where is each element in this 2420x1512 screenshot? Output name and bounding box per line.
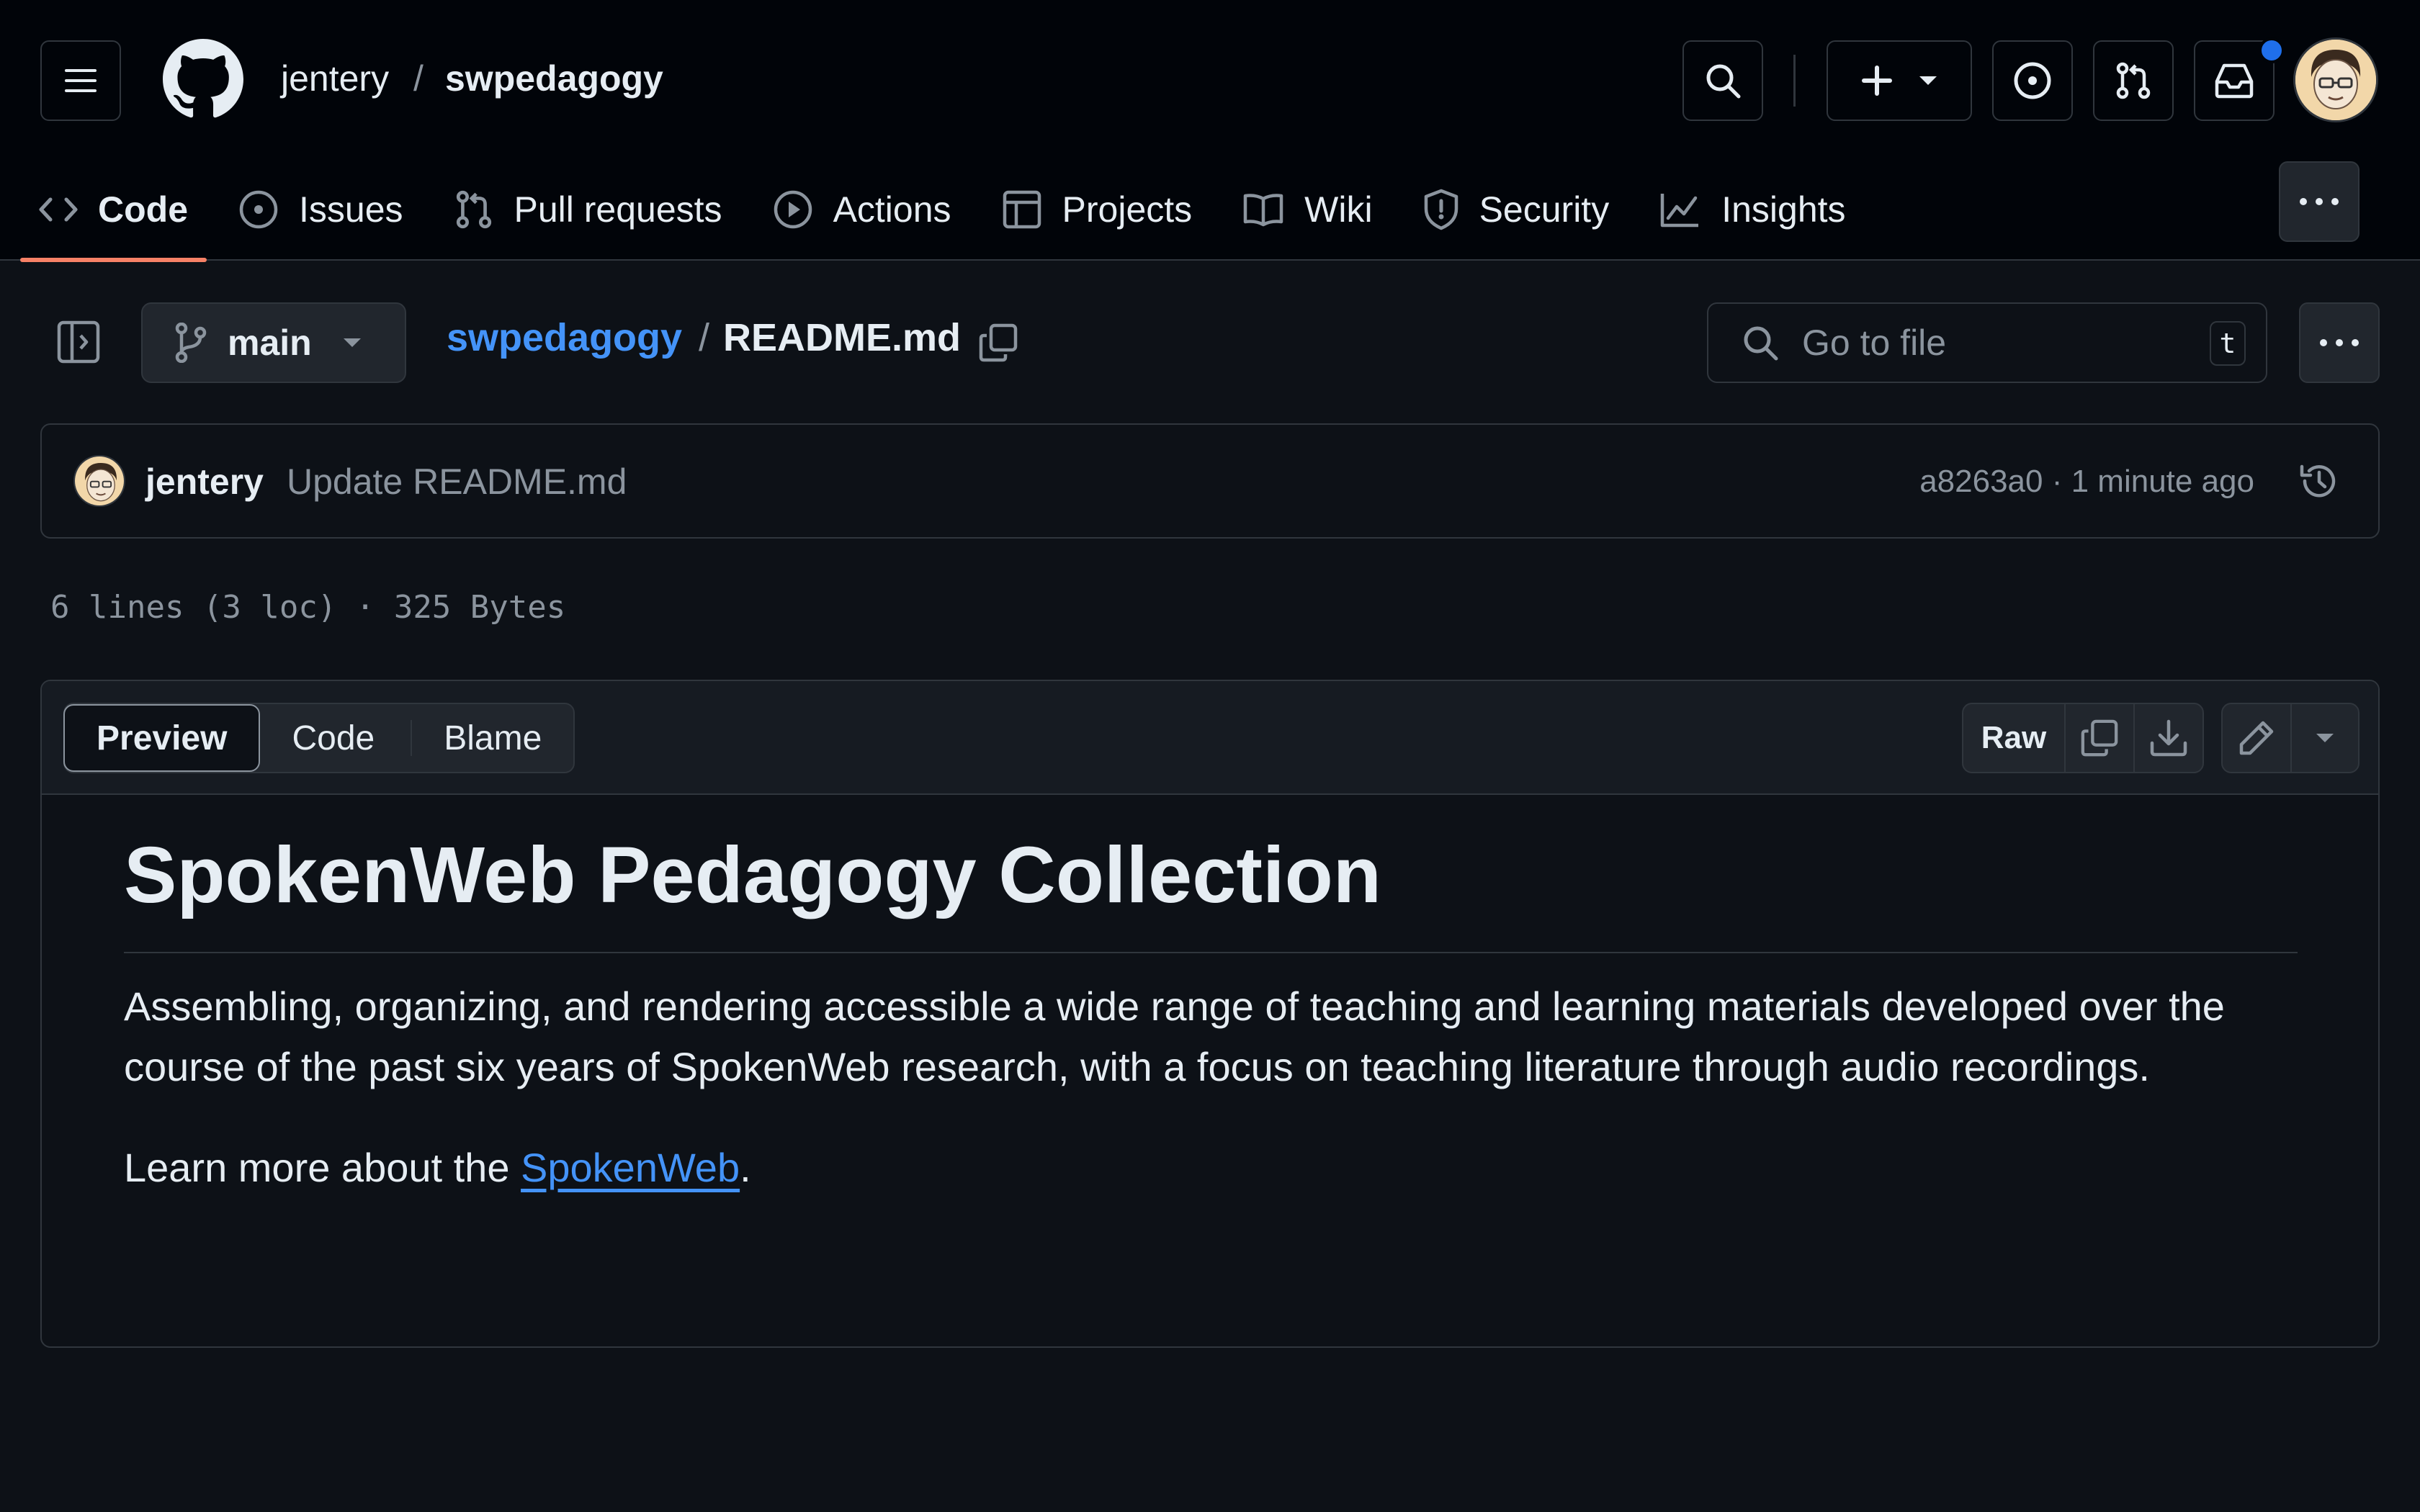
- caret-down-icon: [342, 337, 362, 348]
- top-bar: jentery / swpedagogy Code Issues Pull re…: [0, 0, 2420, 262]
- menu-button[interactable]: [40, 40, 121, 121]
- branch-selector[interactable]: main: [141, 302, 406, 383]
- repo-link[interactable]: swpedagogy: [445, 58, 663, 99]
- play-icon: [773, 189, 833, 230]
- kebab-horizontal-icon: [2299, 197, 2339, 206]
- search-button[interactable]: [1682, 40, 1763, 121]
- copy-icon: [2080, 719, 2119, 757]
- create-new-button[interactable]: [1827, 40, 1972, 121]
- breadcrumb-separator: /: [413, 58, 424, 99]
- tab-code[interactable]: Code: [20, 158, 207, 262]
- keyboard-shortcut-badge: t: [2210, 321, 2246, 366]
- shield-icon: [1423, 189, 1479, 230]
- edit-options-dropdown[interactable]: [2292, 704, 2358, 772]
- search-icon: [1704, 62, 1742, 99]
- readme-content: SpokenWeb Pedagogy Collection Assembling…: [124, 825, 2298, 1198]
- tab-label: Security: [1479, 189, 1610, 230]
- book-icon: [1242, 192, 1304, 228]
- readme-learn-more: Learn more about the SpokenWeb.: [124, 1138, 2298, 1198]
- user-avatar[interactable]: [2293, 37, 2378, 122]
- branch-name: main: [228, 323, 312, 363]
- issue-icon: [2013, 61, 2052, 100]
- tab-label: Pull requests: [514, 189, 722, 230]
- repo-nav-tabs: Code Issues Pull requests Actions Projec…: [20, 158, 1896, 262]
- view-mode-switch: Preview Code Blame: [63, 703, 575, 773]
- tab-label: Code: [98, 189, 188, 230]
- tab-label: Projects: [1062, 189, 1193, 230]
- notification-dot: [2259, 37, 2285, 63]
- owner-link[interactable]: jentery: [281, 58, 389, 99]
- tab-label: Wiki: [1304, 189, 1373, 230]
- readme-paragraph: Assembling, organizing, and rendering ac…: [124, 984, 2225, 1089]
- github-logo-icon[interactable]: [163, 39, 243, 120]
- copy-path-icon[interactable]: [978, 323, 1018, 363]
- commit-sha-time[interactable]: a8263a0 · 1 minute ago: [1919, 464, 2254, 500]
- tab-actions[interactable]: Actions: [773, 158, 951, 261]
- pull-request-icon: [2114, 61, 2153, 100]
- readme-title: SpokenWeb Pedagogy Collection: [124, 825, 2298, 953]
- tab-insights[interactable]: Insights: [1659, 158, 1846, 261]
- file-viewer-header: Preview Code Blame Raw: [42, 681, 2378, 795]
- code-icon: [39, 195, 98, 224]
- download-icon: [2149, 719, 2188, 757]
- pencil-icon: [2237, 719, 2276, 757]
- graph-icon: [1659, 191, 1721, 228]
- repo-path-link[interactable]: swpedagogy: [447, 315, 682, 360]
- issue-icon: [238, 189, 299, 230]
- hamburger-icon: [63, 66, 98, 95]
- tab-issues[interactable]: Issues: [238, 158, 403, 261]
- tab-label: Actions: [833, 189, 951, 230]
- caret-down-icon: [1918, 75, 1938, 86]
- pull-requests-button[interactable]: [2093, 40, 2174, 121]
- tab-pull-requests[interactable]: Pull requests: [454, 158, 722, 261]
- code-mode-button[interactable]: Code: [260, 719, 413, 757]
- edit-file-button[interactable]: [2223, 704, 2292, 772]
- file-name: README.md: [723, 316, 962, 359]
- file-more-options-button[interactable]: [2299, 302, 2380, 383]
- plus-icon: [1860, 64, 1894, 97]
- edit-actions-group: [2221, 703, 2360, 773]
- spokenweb-link[interactable]: SpokenWeb: [521, 1145, 740, 1190]
- tab-label: Issues: [299, 189, 403, 230]
- inbox-icon: [2214, 63, 2254, 99]
- search-placeholder: Go to file: [1802, 323, 1947, 363]
- commit-message[interactable]: Update README.md: [287, 461, 627, 503]
- issues-button[interactable]: [1992, 40, 2073, 121]
- learn-more-suffix: .: [740, 1145, 751, 1190]
- table-icon: [1002, 189, 1062, 230]
- raw-actions-group: Raw: [1962, 703, 2204, 773]
- tab-wiki[interactable]: Wiki: [1242, 158, 1373, 261]
- history-icon[interactable]: [2298, 459, 2341, 503]
- path-separator: /: [699, 316, 710, 359]
- latest-commit-bar: jentery Update README.md a8263a0 · 1 min…: [40, 423, 2380, 539]
- divider: [1793, 55, 1796, 107]
- file-meta: 6 lines (3 loc) · 325 Bytes: [50, 589, 566, 626]
- tab-label: Insights: [1721, 189, 1846, 230]
- git-branch-icon: [174, 323, 207, 363]
- preview-mode-button[interactable]: Preview: [63, 704, 261, 772]
- raw-button[interactable]: Raw: [1963, 704, 2066, 772]
- download-raw-button[interactable]: [2135, 704, 2202, 772]
- go-to-file-input[interactable]: Go to file t: [1707, 302, 2267, 383]
- tab-projects[interactable]: Projects: [1002, 158, 1193, 261]
- more-tabs-button[interactable]: [2279, 161, 2360, 242]
- tab-security[interactable]: Security: [1423, 158, 1610, 261]
- learn-more-prefix: Learn more about the: [124, 1145, 521, 1190]
- search-icon: [1742, 324, 1779, 361]
- copy-raw-button[interactable]: [2066, 704, 2135, 772]
- kebab-horizontal-icon: [2319, 338, 2360, 347]
- caret-down-icon: [2315, 732, 2335, 744]
- commit-author[interactable]: jentery: [145, 461, 264, 503]
- commit-author-avatar[interactable]: [73, 455, 125, 507]
- blame-mode-button[interactable]: Blame: [412, 704, 573, 772]
- file-viewer: Preview Code Blame Raw SpokenWeb Pedagog…: [40, 680, 2380, 1348]
- side-panel-toggle-icon[interactable]: [56, 320, 101, 364]
- pull-request-icon: [454, 189, 514, 230]
